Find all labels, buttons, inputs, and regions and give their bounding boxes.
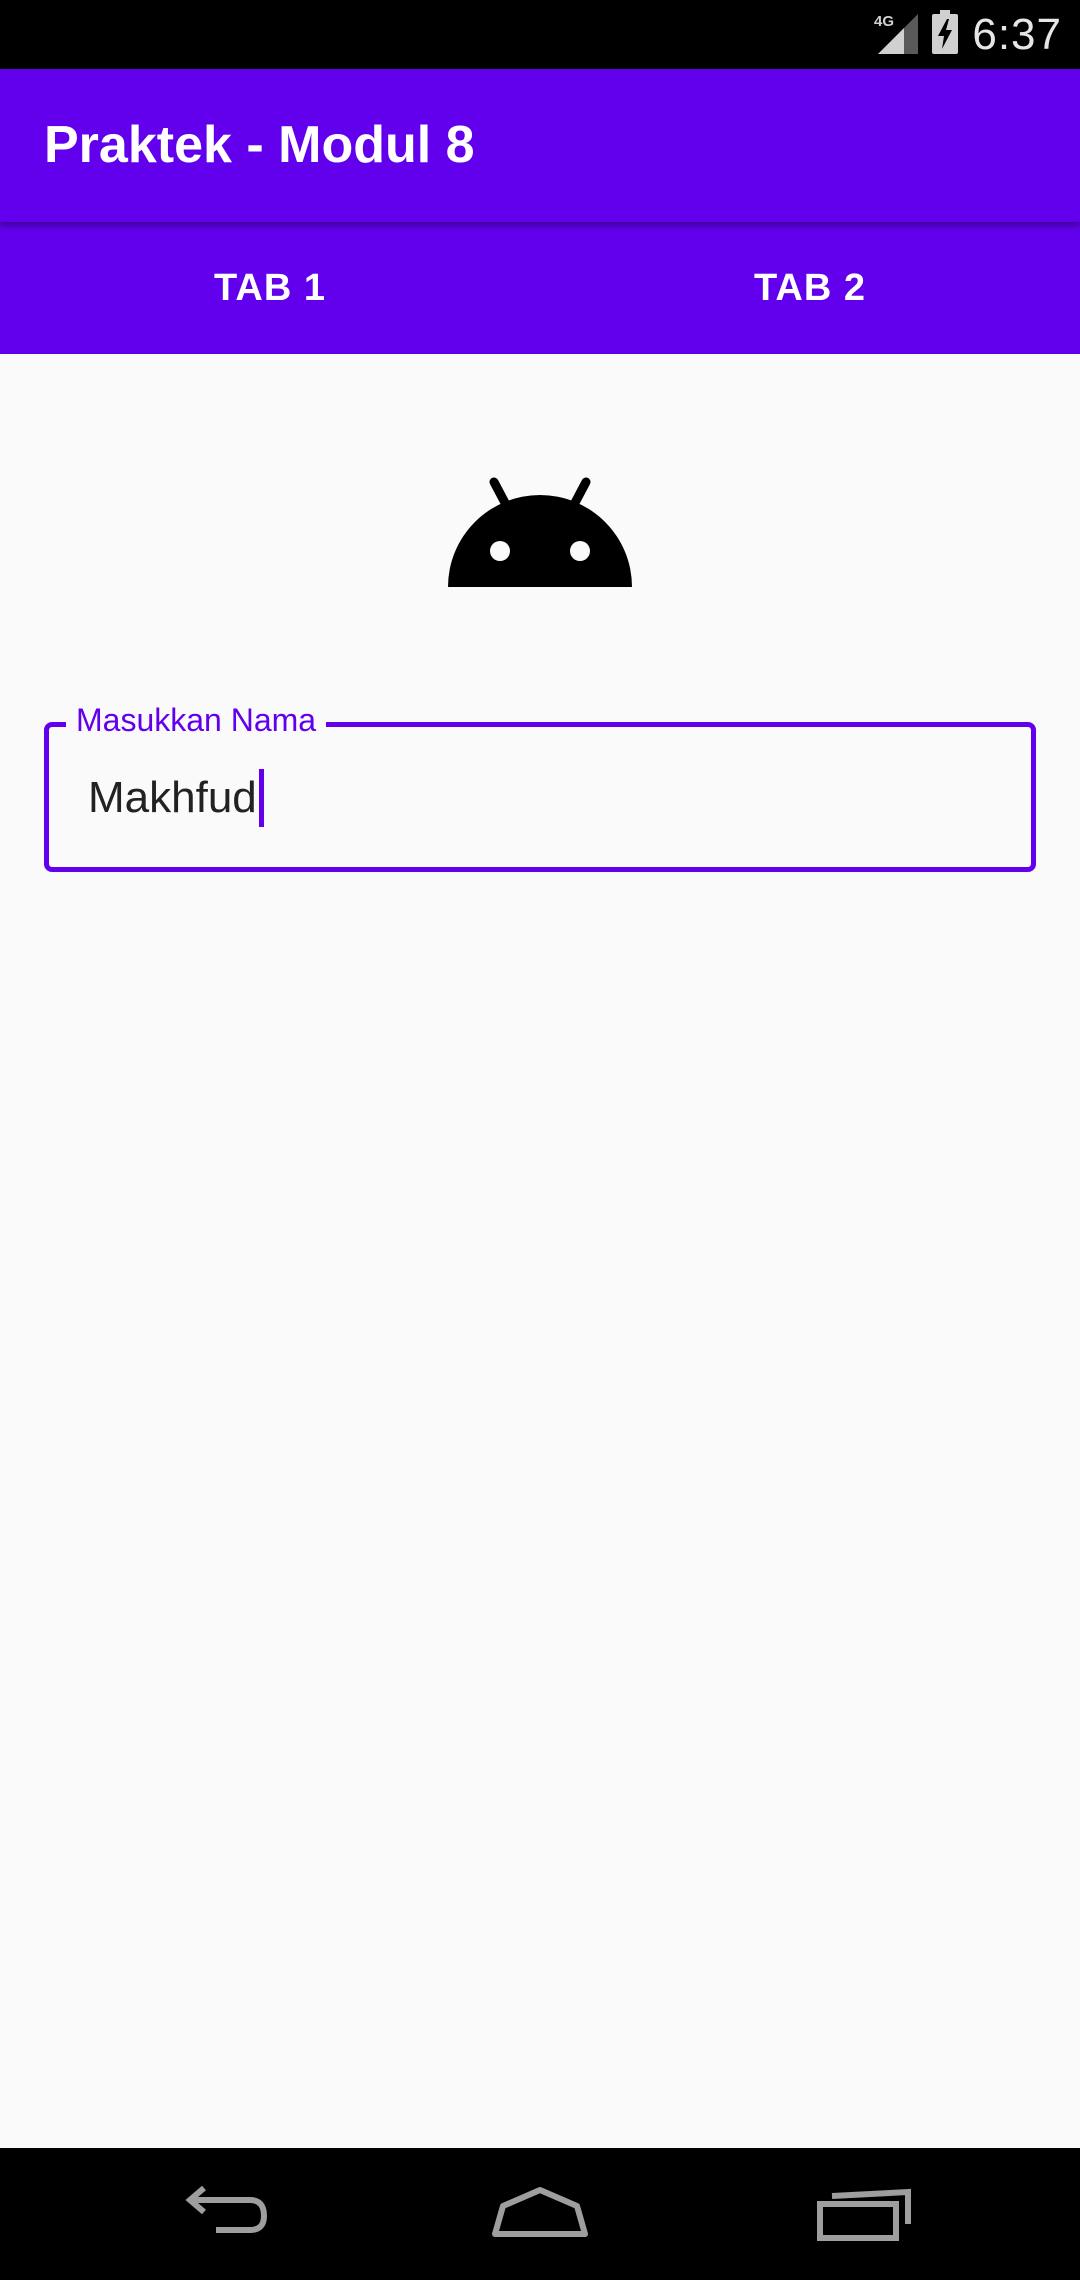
tab-bar: TAB 1 TAB 2 (0, 222, 1080, 354)
app-title: Praktek - Modul 8 (44, 116, 475, 174)
name-input-value: Makhfud (88, 773, 257, 822)
status-icons: 4G 6:37 (874, 0, 1062, 69)
recents-icon[interactable] (804, 2148, 924, 2280)
app-bar: Praktek - Modul 8 (0, 69, 1080, 222)
status-bar: 4G 6:37 (0, 0, 1080, 69)
tab-1[interactable]: TAB 1 (0, 222, 540, 354)
nav-bar (0, 2148, 1080, 2280)
name-input[interactable]: Makhfud (88, 766, 264, 830)
battery-charging-icon (932, 10, 959, 59)
tab-2[interactable]: TAB 2 (540, 222, 1080, 354)
screen: 4G 6:37 Praktek - Modul 8 TAB 1 TAB 2 Ma… (0, 0, 1080, 2280)
name-field-label: Masukkan Nama (66, 700, 327, 740)
network-type-text: 4G (874, 13, 894, 30)
back-icon[interactable] (160, 2148, 280, 2280)
name-field[interactable]: Masukkan Nama Makhfud (44, 700, 1036, 872)
text-cursor (258, 769, 264, 827)
status-time: 6:37 (972, 9, 1062, 59)
signal-icon: 4G (874, 10, 919, 59)
android-icon (446, 476, 634, 588)
home-icon[interactable] (480, 2148, 600, 2280)
